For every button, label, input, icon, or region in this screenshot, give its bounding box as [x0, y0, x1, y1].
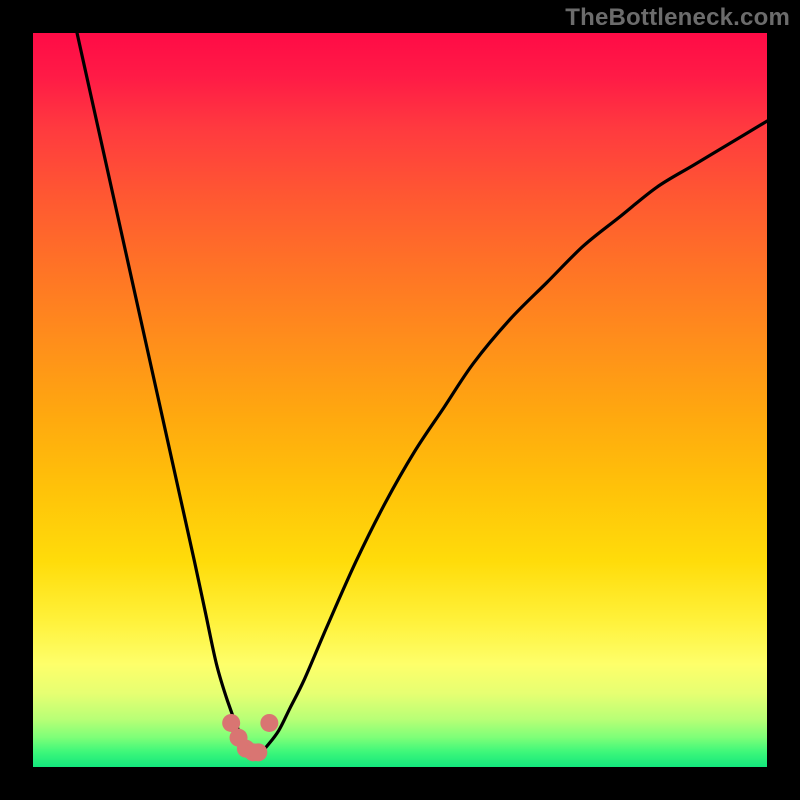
highlight-dot — [249, 743, 267, 761]
watermark-text: TheBottleneck.com — [565, 4, 790, 32]
highlight-dot — [260, 714, 278, 732]
plot-area — [33, 33, 767, 767]
highlight-dots — [33, 33, 767, 767]
chart-container: TheBottleneck.com — [0, 0, 800, 800]
